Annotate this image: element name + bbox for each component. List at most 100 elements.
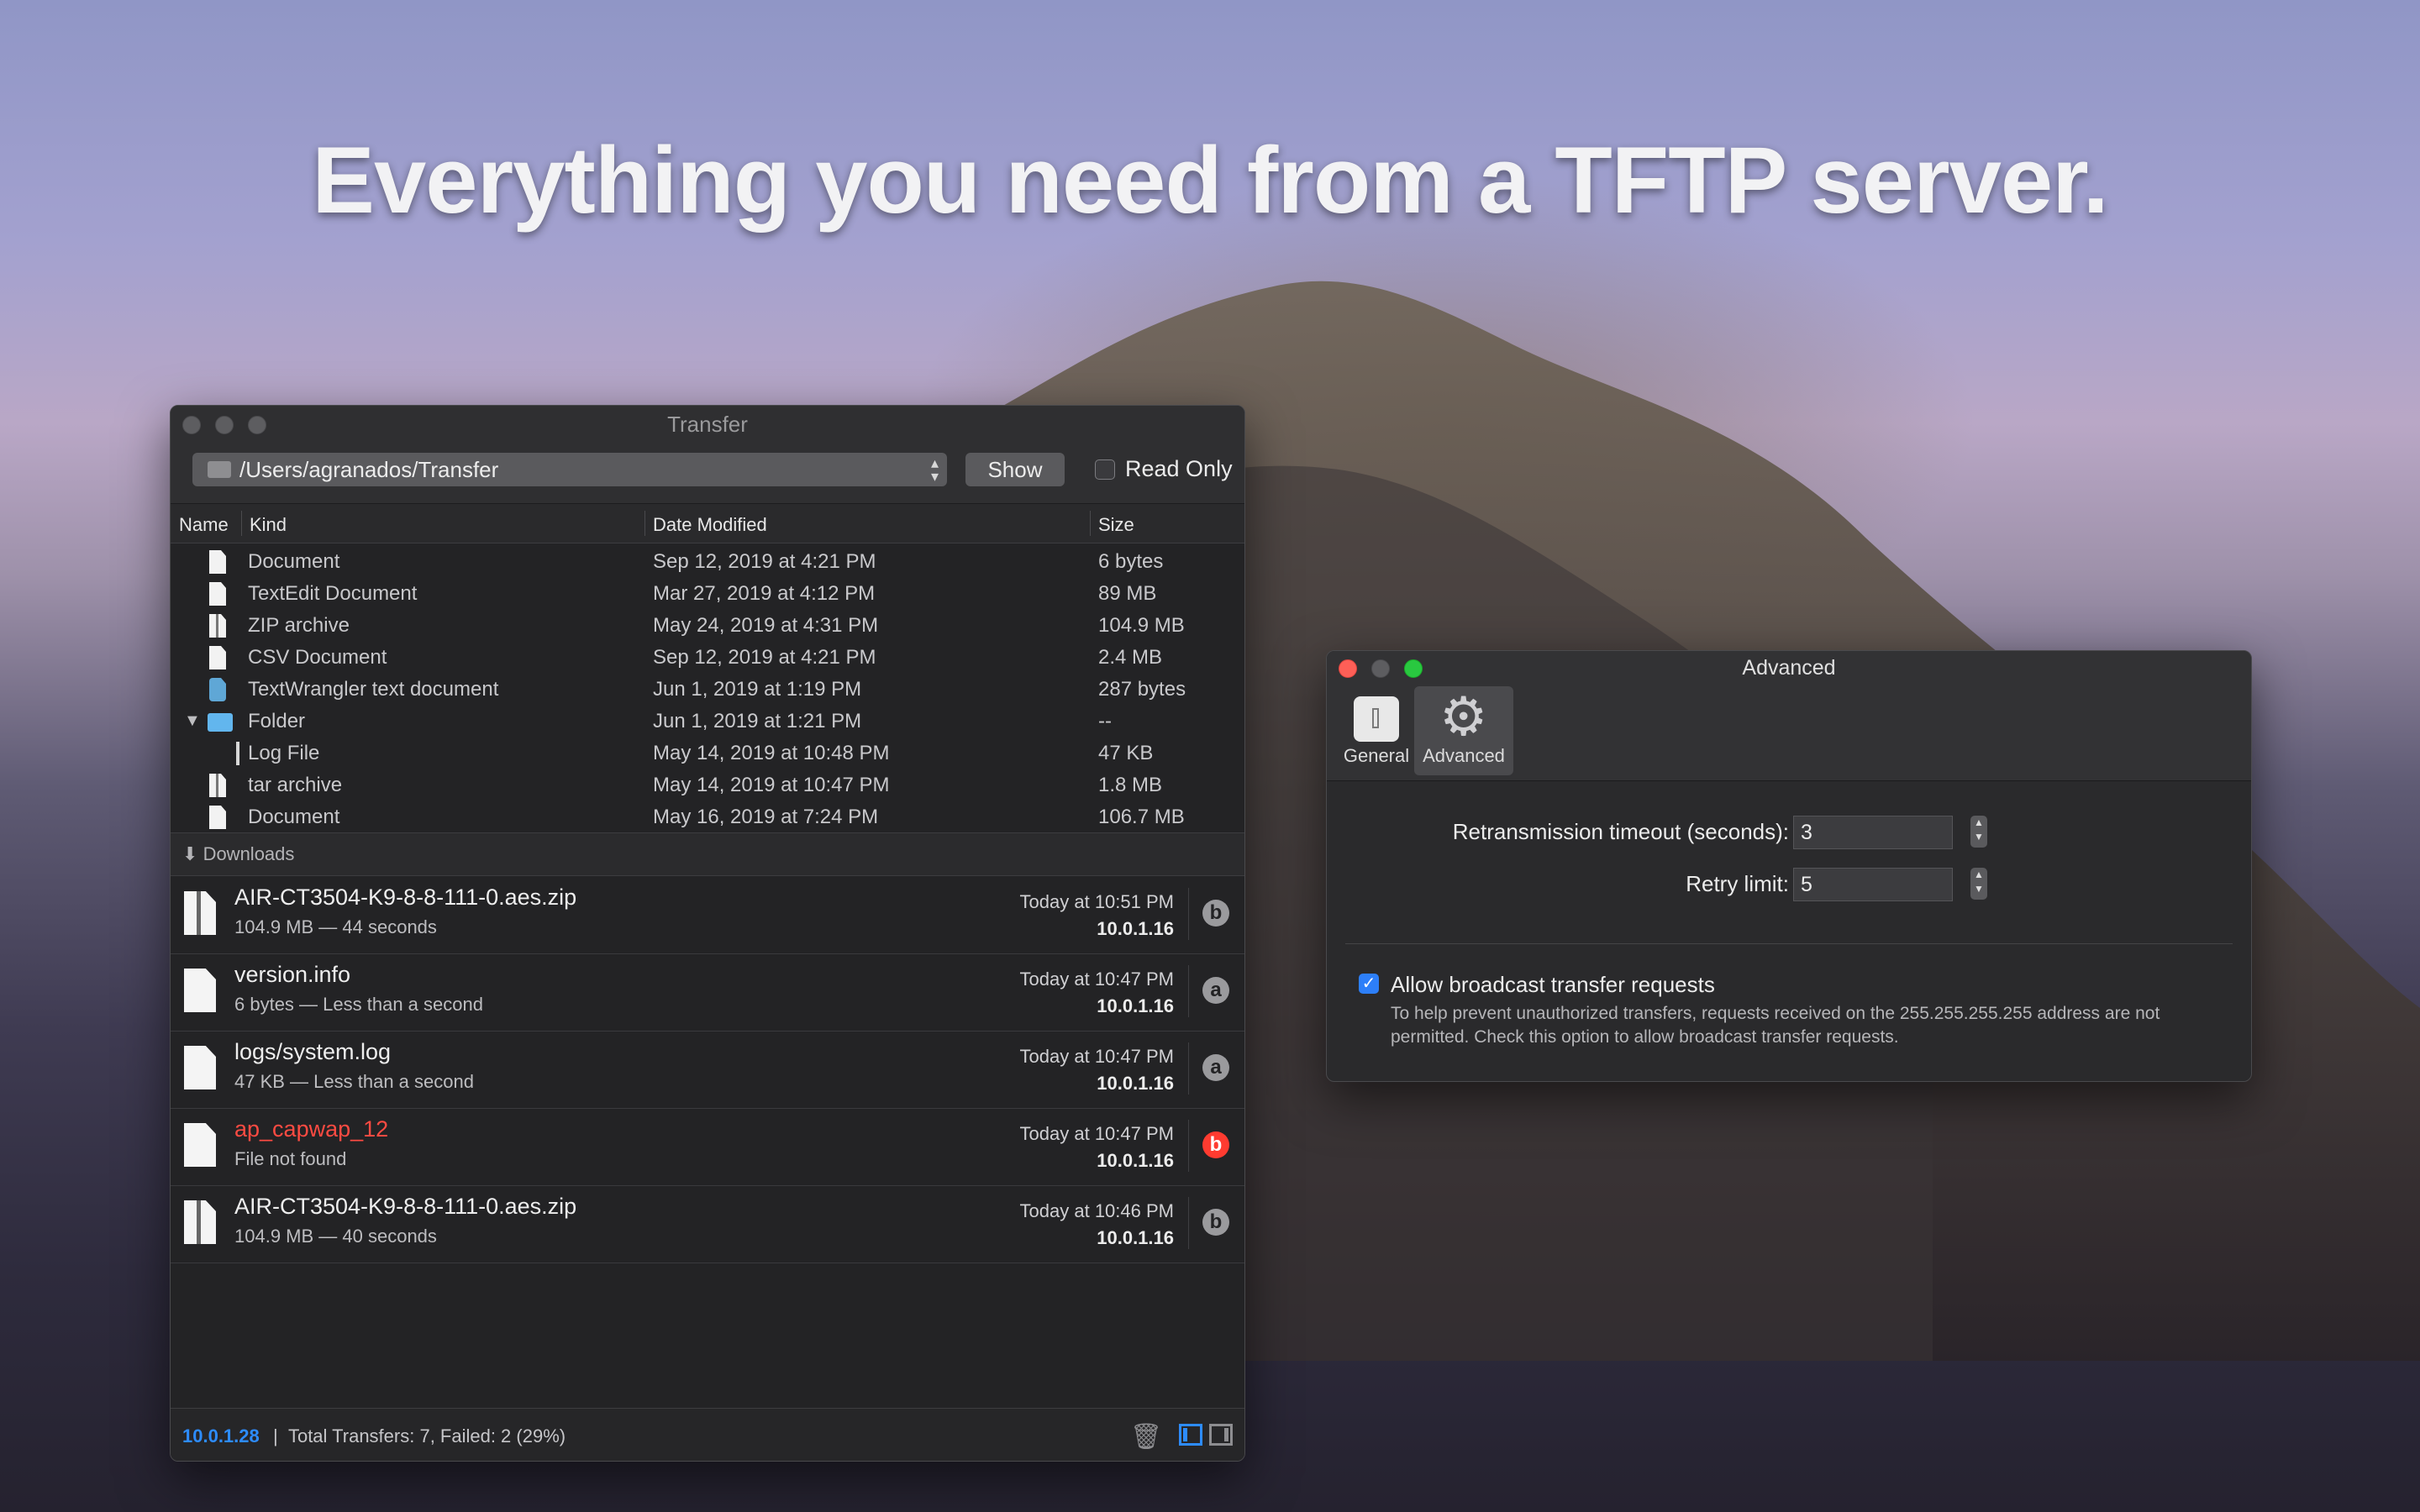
download-time: Today at 10:47 PM <box>1019 1046 1174 1067</box>
advanced-preferences-window: Advanced General ⚙ Advanced Retransmissi… <box>1326 650 2252 1082</box>
zoom-button[interactable] <box>248 416 266 434</box>
file-list-header: Name Kind Date Modified Size <box>171 504 1244 543</box>
preferences-toolbar: General ⚙ Advanced <box>1327 685 2251 781</box>
folder-icon <box>208 461 231 478</box>
document-icon <box>184 1123 216 1167</box>
file-kind: ZIP archive <box>248 614 350 637</box>
retransmission-timeout-label: Retransmission timeout (seconds): <box>1452 819 1789 844</box>
disclosure-triangle-icon[interactable]: ▼ <box>184 711 201 731</box>
file-date: May 14, 2019 at 10:48 PM <box>653 742 890 764</box>
download-time: Today at 10:51 PM <box>1019 891 1174 912</box>
download-row[interactable]: AIR-CT3504-K9-8-8-111-0.aes.zip 104.9 MB … <box>171 1185 1244 1263</box>
read-only-label: Read Only <box>1125 456 1233 481</box>
path-popup[interactable]: /Users/agranados/Transfer ▴ ▾ <box>192 453 947 486</box>
file-row[interactable]: ZIP archive May 24, 2019 at 4:31 PM 104.9 … <box>171 611 1244 643</box>
transfer-mode-badge[interactable]: b <box>1202 1131 1229 1158</box>
file-row[interactable]: ▼ Folder Jun 1, 2019 at 1:21 PM -- <box>171 706 1244 738</box>
transfer-summary: | Total Transfers: 7, Failed: 2 (29%) <box>273 1425 566 1447</box>
file-kind: TextWrangler text document <box>248 678 499 701</box>
file-row[interactable]: tar archive May 14, 2019 at 10:47 PM 1.8 M… <box>171 770 1244 802</box>
sidebar-left-layout-icon[interactable] <box>1179 1424 1202 1446</box>
file-size: 2.4 MB <box>1098 646 1163 669</box>
file-row[interactable]: CSV Document Sep 12, 2019 at 4:21 PM 2.4 M… <box>171 643 1244 675</box>
row-divider <box>1188 965 1189 1017</box>
download-row[interactable]: version.info 6 bytes — Less than a second… <box>171 953 1244 1032</box>
document-icon <box>209 582 226 606</box>
allow-broadcast-help: To help prevent unauthorized transfers, … <box>1391 1004 2160 1047</box>
retransmission-timeout-field[interactable]: 3 <box>1793 816 1953 849</box>
tab-advanced[interactable]: ⚙ Advanced <box>1414 686 1513 775</box>
file-size: 1.8 MB <box>1098 774 1163 796</box>
file-row[interactable]: TextWrangler text document Jun 1, 2019 at… <box>171 675 1244 706</box>
row-divider <box>1188 888 1189 940</box>
document-icon <box>184 969 216 1012</box>
close-button[interactable] <box>182 416 201 434</box>
file-kind: tar archive <box>248 774 343 796</box>
retry-limit-stepper[interactable]: ▲ ▼ <box>1970 868 1987 900</box>
minimize-button[interactable] <box>1371 659 1390 678</box>
file-date: Jun 1, 2019 at 1:19 PM <box>653 678 862 701</box>
retry-limit-label: Retry limit: <box>1686 871 1789 896</box>
read-only-checkbox[interactable] <box>1095 459 1115 480</box>
zoom-button[interactable] <box>1404 659 1423 678</box>
file-size: 287 bytes <box>1098 678 1186 701</box>
column-size[interactable]: Size <box>1098 514 1134 536</box>
file-date: Sep 12, 2019 at 4:21 PM <box>653 646 876 669</box>
allow-broadcast-checkbox[interactable]: ✓ <box>1359 974 1379 994</box>
folder-icon <box>208 713 233 732</box>
file-date: Mar 27, 2019 at 4:12 PM <box>653 582 876 605</box>
download-client-ip: 10.0.1.16 <box>1097 1150 1174 1171</box>
download-row[interactable]: ap_capwap_12 File not found Today at 10:47… <box>171 1108 1244 1186</box>
document-icon <box>184 1046 216 1089</box>
column-kind[interactable]: Kind <box>250 514 287 536</box>
file-row[interactable]: TextEdit Document Mar 27, 2019 at 4:12 PM… <box>171 579 1244 611</box>
download-detail: 47 KB — Less than a second <box>234 1071 474 1092</box>
hero-headline: Everything you need from a TFTP server. <box>312 128 2108 233</box>
transfer-mode-badge[interactable]: a <box>1202 1054 1229 1081</box>
sidebar-right-layout-icon[interactable] <box>1209 1424 1233 1446</box>
file-row[interactable]: Log File May 14, 2019 at 10:48 PM 47 KB <box>171 738 1244 770</box>
download-client-ip: 10.0.1.16 <box>1097 1073 1174 1094</box>
retransmission-timeout-stepper[interactable]: ▲ ▼ <box>1970 816 1987 848</box>
downloads-list[interactable]: AIR-CT3504-K9-8-8-111-0.aes.zip 104.9 MB … <box>171 876 1244 1397</box>
column-date-modified[interactable]: Date Modified <box>653 514 767 536</box>
file-date: May 24, 2019 at 4:31 PM <box>653 614 879 637</box>
minimize-button[interactable] <box>215 416 234 434</box>
path-label: /Users/agranados/Transfer <box>239 457 499 482</box>
transfer-titlebar: Transfer <box>171 406 1244 443</box>
download-client-ip: 10.0.1.16 <box>1097 918 1174 939</box>
download-detail: 6 bytes — Less than a second <box>234 994 483 1015</box>
download-row[interactable]: AIR-CT3504-K9-8-8-111-0.aes.zip 104.9 MB … <box>171 876 1244 954</box>
file-size: -- <box>1098 710 1112 732</box>
divider <box>1345 943 2233 944</box>
file-date: Jun 1, 2019 at 1:21 PM <box>653 710 862 732</box>
status-separator: | <box>273 1425 278 1446</box>
close-button[interactable] <box>1339 659 1357 678</box>
chevron-updown-icon: ▴ ▾ <box>930 454 939 485</box>
file-row[interactable]: Document May 16, 2019 at 7:24 PM 106.7 MB <box>171 802 1244 832</box>
download-time: Today at 10:47 PM <box>1019 1123 1174 1144</box>
download-filename: ap_capwap_12 <box>234 1116 389 1142</box>
show-button[interactable]: Show <box>965 453 1065 486</box>
trash-icon[interactable]: 🗑 <box>1130 1422 1162 1452</box>
file-kind: TextEdit Document <box>248 582 418 605</box>
window-controls <box>182 416 266 434</box>
retry-limit-field[interactable]: 5 <box>1793 868 1953 901</box>
transfer-mode-badge[interactable]: a <box>1202 977 1229 1004</box>
arrow-down-icon: ⬇ <box>182 843 198 864</box>
download-client-ip: 10.0.1.16 <box>1097 995 1174 1016</box>
file-row[interactable]: Document Sep 12, 2019 at 4:21 PM 6 bytes <box>171 547 1244 579</box>
advanced-titlebar: Advanced <box>1327 651 2251 685</box>
file-date: May 16, 2019 at 7:24 PM <box>653 806 879 828</box>
document-icon <box>209 550 226 574</box>
log-file-icon <box>236 742 239 765</box>
transfer-mode-badge[interactable]: b <box>1202 900 1229 927</box>
download-detail: 104.9 MB — 44 seconds <box>234 916 437 937</box>
transfer-mode-badge[interactable]: b <box>1202 1209 1229 1236</box>
download-row[interactable]: logs/system.log 47 KB — Less than a secon… <box>171 1031 1244 1109</box>
column-name[interactable]: Name <box>179 514 229 536</box>
tab-general[interactable]: General <box>1327 686 1426 775</box>
tab-general-label: General <box>1343 745 1410 766</box>
file-list[interactable]: Document Sep 12, 2019 at 4:21 PM 6 bytes Te… <box>171 543 1244 832</box>
allow-broadcast-label: Allow broadcast transfer requests <box>1391 972 1715 997</box>
